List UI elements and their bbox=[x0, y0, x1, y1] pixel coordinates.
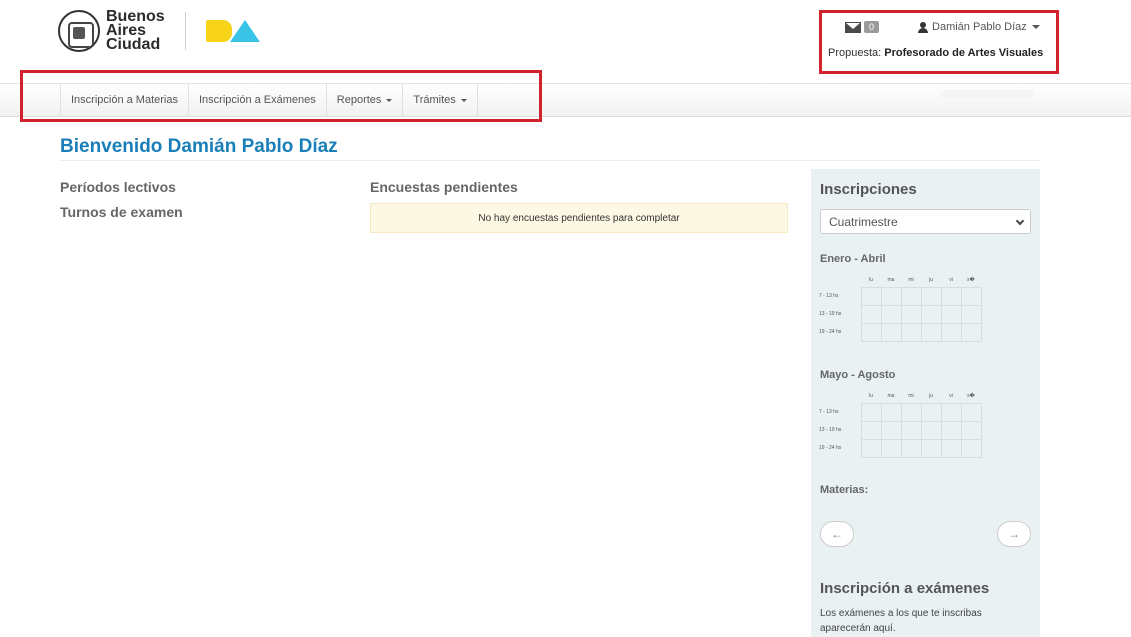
time-slot-label: 7 - 13 hs bbox=[819, 409, 839, 415]
navbar-right-bar bbox=[940, 90, 1034, 98]
propuesta-value[interactable]: Profesorado de Artes Visuales bbox=[884, 47, 1043, 59]
encuestas-section: Encuestas pendientes No hay encuestas pe… bbox=[370, 179, 788, 233]
schedule-row: 19 - 24 hs bbox=[819, 322, 982, 342]
encuestas-notice: No hay encuestas pendientes para complet… bbox=[370, 203, 788, 233]
arrow-left-icon: ← bbox=[831, 527, 843, 541]
schedule-title-2: Mayo - Agosto bbox=[820, 369, 896, 381]
city-logo[interactable]: Buenos Aires Ciudad bbox=[58, 8, 260, 53]
day-ma: ma bbox=[887, 392, 895, 399]
day-lu: lu bbox=[869, 276, 873, 283]
schedule-row: 7 - 13 hs bbox=[819, 286, 982, 306]
city-logo-text: Buenos Aires Ciudad bbox=[106, 8, 165, 53]
city-seal-icon bbox=[58, 10, 100, 52]
ba-logo-a bbox=[229, 20, 260, 42]
sidebar: Inscripciones Cuatrimestre Enero - Abril… bbox=[811, 169, 1040, 637]
page-title: Bienvenido Damián Pablo Díaz bbox=[60, 136, 338, 157]
schedule-row: 13 - 19 hs bbox=[819, 420, 982, 440]
schedule-grid-2: lu ma mi ju vi s� 7 - 13 hs 13 - 19 hs 1… bbox=[819, 389, 982, 458]
user-line: 0 Damián Pablo Díaz bbox=[828, 19, 1050, 35]
time-slot-label: 7 - 13 hs bbox=[819, 293, 839, 299]
propuesta-label: Propuesta: bbox=[828, 47, 882, 59]
nav-highlight-box bbox=[20, 70, 542, 122]
period-select[interactable]: Cuatrimestre bbox=[820, 209, 1031, 234]
prev-button[interactable]: ← bbox=[820, 521, 854, 547]
user-info-box: 0 Damián Pablo Díaz Propuesta: Profesora… bbox=[819, 10, 1059, 74]
arrow-right-icon: → bbox=[1008, 527, 1020, 541]
materias-label: Materias: bbox=[820, 484, 869, 496]
day-sa: s� bbox=[967, 276, 975, 283]
messages-count-badge[interactable]: 0 bbox=[864, 21, 880, 33]
left-column: Períodos lectivos Turnos de examen bbox=[60, 179, 183, 229]
next-button[interactable]: → bbox=[997, 521, 1031, 547]
day-lu: lu bbox=[869, 392, 873, 399]
logo-divider bbox=[184, 12, 186, 50]
title-divider bbox=[60, 160, 1040, 161]
schedule-header-row: lu ma mi ju vi s� bbox=[819, 273, 981, 287]
day-vi: vi bbox=[949, 276, 953, 283]
day-mi: mi bbox=[908, 276, 914, 283]
user-icon bbox=[918, 21, 929, 33]
schedule-row: 19 - 24 hs bbox=[819, 438, 982, 458]
user-menu-toggle[interactable]: Damián Pablo Díaz bbox=[932, 21, 1027, 33]
time-slot-label: 13 - 19 hs bbox=[819, 311, 842, 317]
examenes-title: Inscripción a exámenes bbox=[820, 580, 990, 597]
time-slot-label: 19 - 24 hs bbox=[819, 445, 842, 451]
chevron-down-icon bbox=[1015, 216, 1025, 226]
ba-logo bbox=[205, 20, 260, 42]
encuestas-title: Encuestas pendientes bbox=[370, 179, 518, 195]
day-ju: ju bbox=[929, 276, 933, 283]
day-ma: ma bbox=[887, 276, 895, 283]
envelope-icon[interactable] bbox=[845, 21, 861, 33]
day-vi: vi bbox=[949, 392, 953, 399]
examenes-text: Los exámenes a los que te inscribas apar… bbox=[820, 608, 982, 634]
schedule-header-row: lu ma mi ju vi s� bbox=[819, 389, 981, 403]
schedule-row: 7 - 13 hs bbox=[819, 402, 982, 422]
time-slot-label: 19 - 24 hs bbox=[819, 329, 842, 335]
ba-logo-b bbox=[205, 20, 232, 42]
chevron-down-icon[interactable] bbox=[1031, 25, 1040, 29]
schedule-grid-1: lu ma mi ju vi s� 7 - 13 hs 13 - 19 hs 1… bbox=[819, 273, 982, 342]
link-turnos-examen[interactable]: Turnos de examen bbox=[60, 204, 183, 220]
link-periodos-lectivos[interactable]: Períodos lectivos bbox=[60, 179, 183, 195]
schedule-row: 13 - 19 hs bbox=[819, 304, 982, 324]
page: Buenos Aires Ciudad 0 Damián Pablo Díaz … bbox=[0, 0, 1131, 637]
day-mi: mi bbox=[908, 392, 914, 399]
propuesta-line: Propuesta: Profesorado de Artes Visuales bbox=[828, 47, 1050, 59]
inscripciones-title: Inscripciones bbox=[820, 181, 917, 198]
day-ju: ju bbox=[929, 392, 933, 399]
schedule-title-1: Enero - Abril bbox=[820, 253, 886, 265]
time-slot-label: 13 - 19 hs bbox=[819, 427, 842, 433]
day-sa: s� bbox=[967, 392, 975, 399]
